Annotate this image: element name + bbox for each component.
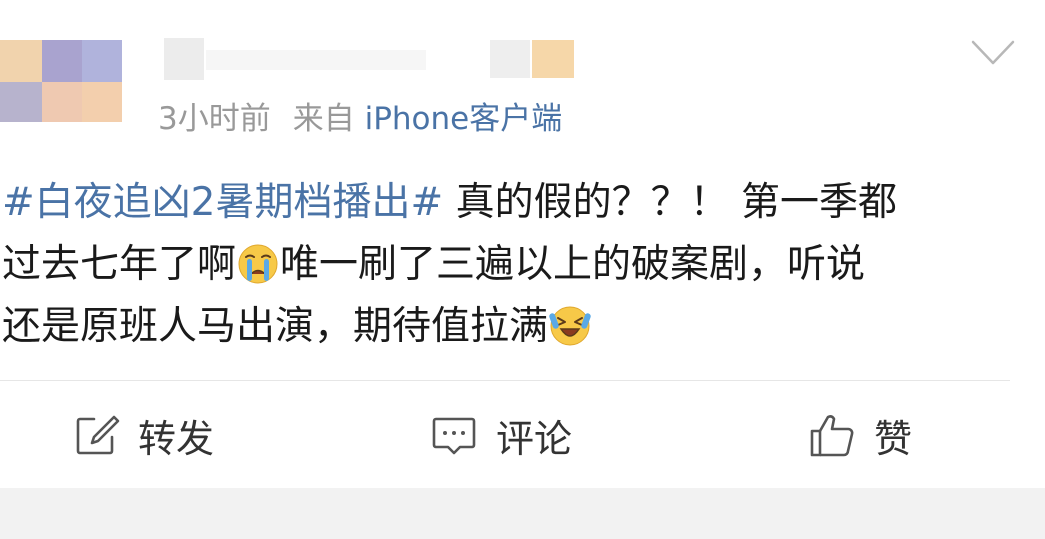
laughing-tears-face-icon [549,306,591,346]
comment-label: 评论 [496,416,573,461]
divider [0,380,1010,381]
post-source-link[interactable]: iPhone客户端 [365,101,563,137]
like-button[interactable]: 赞 [808,408,912,462]
post-time: 3小时前 [158,101,271,137]
repost-button[interactable]: 转发 [72,408,214,462]
avatar[interactable] [0,40,122,122]
source-prefix: 来自 [292,101,355,137]
repost-icon [76,415,120,455]
content-text-2b: 唯一刷了三遍以上的破案剧，听说 [280,242,866,287]
username-blurred[interactable] [160,36,580,82]
like-label: 赞 [874,416,913,461]
repost-label: 转发 [138,416,215,461]
chevron-down-icon[interactable] [970,38,1016,68]
content-line-3: 还是原班人马出演，期待值拉满 [2,296,1012,358]
content-line-1: #白夜追凶2暑期档播出# 真的假的？？！ 第一季都 [2,172,1012,234]
post-content: #白夜追凶2暑期档播出# 真的假的？？！ 第一季都 过去七年了啊 唯一刷了三遍以… [2,172,1012,358]
thumbs-up-icon [810,415,854,457]
post-meta: 3小时前 来自 iPhone客户端 [158,98,562,140]
comment-button[interactable]: 评论 [430,408,572,462]
hashtag-link[interactable]: #白夜追凶2暑期档播出# [2,180,443,225]
crying-face-icon [238,244,278,284]
weibo-post-card: 3小时前 来自 iPhone客户端 #白夜追凶2暑期档播出# 真的假的？？！ 第一… [0,0,1045,488]
content-text-2a: 过去七年了啊 [2,242,237,287]
comment-icon [432,417,476,455]
content-line-2: 过去七年了啊 唯一刷了三遍以上的破案剧，听说 [2,234,1012,296]
content-text-1: 真的假的？？！ 第一季都 [443,180,897,225]
content-text-3: 还是原班人马出演，期待值拉满 [2,304,549,349]
footer-separator [0,488,1045,539]
